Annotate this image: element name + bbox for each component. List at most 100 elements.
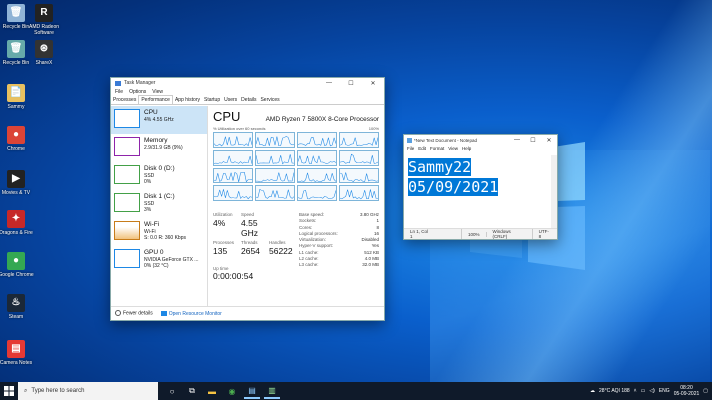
footer: Fewer details Open Resource Monitor bbox=[111, 306, 384, 320]
resource-name: Disk 0 (D:) bbox=[144, 165, 175, 172]
notification-icon[interactable]: ▢ bbox=[703, 388, 708, 394]
start-button[interactable] bbox=[0, 382, 18, 400]
resource-item[interactable]: GPU 0 NVIDIA GeForce GTX ... 0% (32 °C) bbox=[111, 246, 207, 274]
stat-value: 4.55 GHz bbox=[241, 218, 258, 238]
weather-icon[interactable]: ☁ bbox=[590, 388, 595, 394]
menu-format[interactable]: Format bbox=[430, 146, 444, 151]
desktop-icon[interactable]: ♨ Steam bbox=[0, 294, 34, 320]
maximize-button[interactable]: ☐ bbox=[525, 137, 541, 144]
tab-details[interactable]: Details bbox=[239, 96, 258, 104]
menu-view[interactable]: View bbox=[448, 146, 458, 151]
core-graph bbox=[339, 167, 379, 184]
minimize-button[interactable]: — bbox=[509, 137, 525, 143]
resource-item[interactable]: CPU 4% 4.55 GHz bbox=[111, 106, 207, 134]
core-graph bbox=[297, 185, 337, 201]
network-icon[interactable]: ▭ bbox=[641, 388, 646, 394]
desktop-icon-label: ShareX bbox=[35, 60, 53, 66]
core-graph bbox=[255, 149, 295, 166]
resource-detail: 0% bbox=[144, 179, 152, 185]
desktop-icon[interactable]: ⊛ ShareX bbox=[26, 40, 62, 66]
task-manager-icon bbox=[115, 80, 121, 86]
task-view-icon[interactable]: ○ bbox=[164, 383, 180, 399]
graph-max: 100% bbox=[368, 126, 379, 131]
desktop-icon[interactable]: ▤ Camera Notes bbox=[0, 340, 34, 366]
desktop-icon[interactable]: R AMD Radeon Software bbox=[26, 4, 62, 36]
notepad-window[interactable]: *New Text Document - Notepad — ☐ ✕ File … bbox=[403, 134, 558, 240]
stat-item bbox=[269, 212, 297, 238]
app-icon: ⊛ bbox=[35, 40, 53, 58]
resource-item[interactable]: Disk 1 (C:) SSD 3% bbox=[111, 190, 207, 218]
title-bar[interactable]: Task Manager — ☐ ✕ bbox=[111, 78, 384, 88]
minimize-button[interactable]: — bbox=[318, 80, 340, 86]
desktop-icon-label: Dragons & Fire bbox=[0, 230, 33, 236]
clock[interactable]: 08:20 05-09-2021 bbox=[674, 385, 700, 397]
notepad-taskbar-icon[interactable]: ▤ bbox=[244, 383, 260, 399]
app-icon: ▤ bbox=[7, 340, 25, 358]
language-indicator[interactable]: ENG bbox=[659, 388, 670, 394]
core-graph bbox=[255, 185, 295, 201]
clock-date: 05-09-2021 bbox=[673, 391, 700, 397]
core-graph bbox=[297, 167, 337, 184]
maximize-button[interactable]: ☐ bbox=[340, 80, 362, 87]
menu-help[interactable]: Help bbox=[462, 146, 471, 151]
desktop-icon[interactable]: ● Google Chrome bbox=[0, 252, 34, 278]
desktop-icon[interactable]: ▶ Movies & TV bbox=[0, 170, 34, 196]
resource-graph-thumbnail bbox=[114, 193, 140, 212]
file-explorer-icon[interactable]: ▬ bbox=[204, 383, 220, 399]
tab-startup[interactable]: Startup bbox=[202, 96, 222, 104]
task-manager-window[interactable]: Task Manager — ☐ ✕ File Options View Pro… bbox=[110, 77, 385, 321]
search-box[interactable]: ⌕ Type here to search bbox=[18, 382, 158, 400]
graph-label: % Utilization over 60 seconds bbox=[213, 126, 266, 131]
desktop-icon[interactable]: ● Chrome bbox=[0, 126, 34, 152]
core-graph bbox=[339, 149, 379, 166]
resource-graph-thumbnail bbox=[114, 137, 140, 156]
vertical-scrollbar[interactable] bbox=[551, 155, 557, 228]
window-title: *New Text Document - Notepad bbox=[414, 137, 477, 143]
tab-services[interactable]: Services bbox=[258, 96, 281, 104]
menu-file[interactable]: File bbox=[115, 89, 123, 95]
tab-processes[interactable]: Processes bbox=[111, 96, 138, 104]
resource-graph-thumbnail bbox=[114, 109, 140, 128]
app-icon: ● bbox=[7, 252, 25, 270]
menu-file[interactable]: File bbox=[407, 146, 414, 151]
tab-users[interactable]: Users bbox=[222, 96, 239, 104]
task-view-grid-icon[interactable]: ⧉ bbox=[184, 383, 200, 399]
close-button[interactable]: ✕ bbox=[362, 80, 384, 87]
open-resource-monitor-link[interactable]: Open Resource Monitor bbox=[160, 311, 222, 317]
volume-icon[interactable]: ◁) bbox=[649, 388, 655, 394]
weather-text[interactable]: 28°C AQI 188 bbox=[599, 388, 630, 394]
stat-item: Threads 2654 bbox=[241, 240, 269, 256]
app-icon: ✦ bbox=[7, 210, 25, 228]
tab-app-history[interactable]: App history bbox=[173, 96, 202, 104]
chrome-icon[interactable]: ◉ bbox=[224, 383, 240, 399]
menu-edit[interactable]: Edit bbox=[418, 146, 426, 151]
stat-value: 4% bbox=[213, 218, 226, 228]
processor-name: AMD Ryzen 7 5800X 8-Core Processor bbox=[265, 116, 379, 123]
desktop-icon-label: AMD Radeon Software bbox=[28, 24, 59, 36]
task-manager-taskbar-icon[interactable]: ▥ bbox=[264, 383, 280, 399]
desktop-icon[interactable]: 📄 Sammy bbox=[0, 84, 34, 110]
zoom-level: 100% bbox=[462, 231, 487, 237]
search-placeholder: Type here to search bbox=[31, 388, 85, 394]
chevron-up-icon[interactable]: ˄ bbox=[634, 388, 637, 394]
resource-name: Disk 1 (C:) bbox=[144, 193, 175, 200]
fewer-details-link[interactable]: Fewer details bbox=[115, 310, 153, 317]
desktop-icon-label: Camera Notes bbox=[0, 360, 33, 366]
text-editor[interactable]: Sammy22 05/09/2021 bbox=[404, 155, 557, 228]
core-graph bbox=[339, 185, 379, 201]
detail-value: 32.0 MB bbox=[362, 262, 379, 268]
resource-item[interactable]: Disk 0 (D:) SSD 0% bbox=[111, 162, 207, 190]
line-ending: Windows (CRLF) bbox=[487, 229, 533, 239]
tab-performance[interactable]: Performance bbox=[138, 95, 173, 104]
chevron-up-icon bbox=[115, 310, 121, 317]
core-graph bbox=[297, 132, 337, 148]
app-icon: R bbox=[35, 4, 53, 22]
resource-detail: 2.9/31.9 GB (9%) bbox=[144, 145, 183, 151]
desktop-icon-label: Steam bbox=[8, 314, 24, 320]
close-button[interactable]: ✕ bbox=[541, 137, 557, 144]
resource-item[interactable]: Memory 2.9/31.9 GB (9%) bbox=[111, 134, 207, 162]
title-bar[interactable]: *New Text Document - Notepad — ☐ ✕ bbox=[404, 135, 557, 145]
resource-detail: 3% bbox=[144, 207, 152, 213]
resource-item[interactable]: Wi-Fi Wi-Fi S: 0.0 R: 360 Kbps bbox=[111, 218, 207, 246]
desktop-icon[interactable]: ✦ Dragons & Fire bbox=[0, 210, 34, 236]
